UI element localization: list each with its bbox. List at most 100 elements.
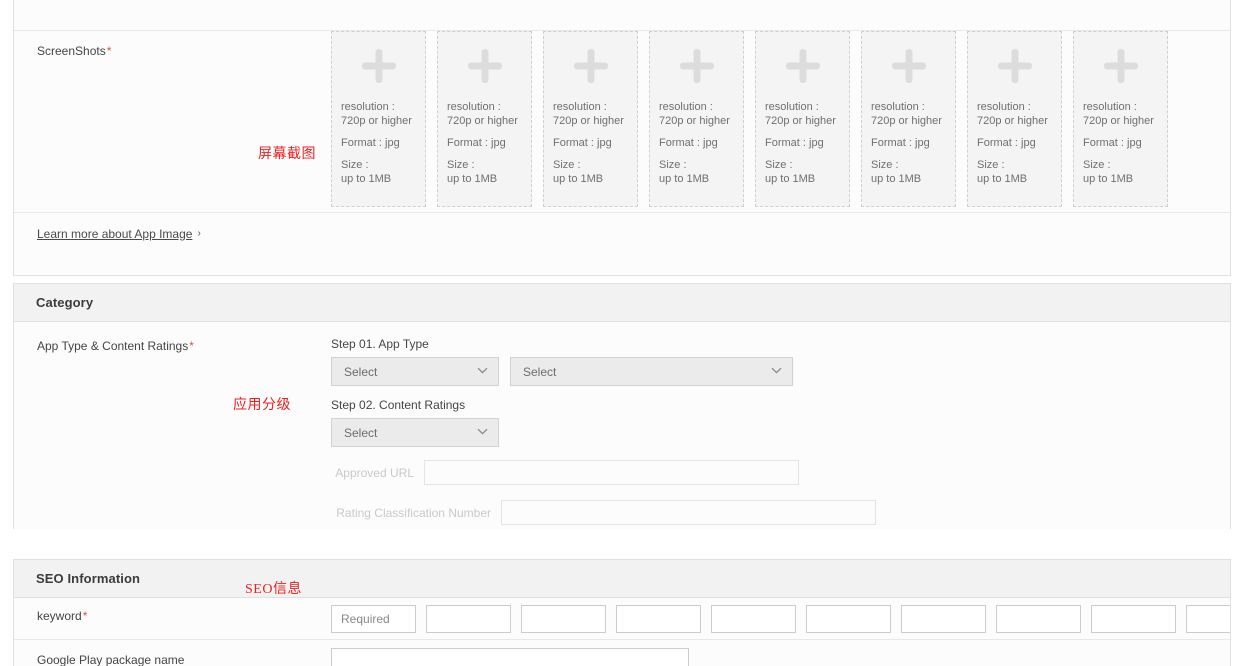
size-label: Size : (341, 159, 369, 171)
size-value: up to 1MB (871, 173, 922, 185)
resolution-value: 720p or higher (977, 115, 1048, 127)
step02-select-group: Select (331, 418, 1230, 447)
plus-icon[interactable] (977, 32, 1052, 100)
screenshot-upload-card[interactable]: resolution : 720p or higher Format : jpg Si… (331, 31, 426, 207)
screenshots-row: ScreenShots* resolution : 720p or higher F… (14, 30, 1230, 212)
resolution-value: 720p or higher (447, 115, 518, 127)
size-label: Size : (553, 159, 581, 171)
size-block: Size : up to 1MB (659, 158, 734, 186)
size-block: Size : up to 1MB (871, 158, 946, 186)
keyword-input[interactable] (1091, 605, 1176, 633)
plus-icon[interactable] (765, 32, 840, 100)
keyword-input[interactable] (806, 605, 891, 633)
seo-panel: SEO Information keyword* Required Google… (13, 559, 1231, 666)
annotation-text: SEO信息 (245, 582, 302, 597)
keyword-input[interactable] (996, 605, 1081, 633)
keyword-input-strip: Required (331, 605, 1230, 633)
approved-url-input[interactable] (424, 460, 799, 485)
resolution-label: resolution : (341, 101, 395, 113)
format-text: Format : jpg (1083, 137, 1142, 149)
content-ratings-select-value: Select (344, 425, 378, 440)
resolution-block: resolution : 720p or higher (1083, 100, 1158, 128)
plus-icon[interactable] (341, 32, 416, 100)
google-play-package-label-cell: Google Play package name (14, 640, 331, 666)
step01-select-group: Select Select (331, 357, 1230, 386)
category-section-header: Category (14, 284, 1230, 322)
app-type-label: App Type & Content Ratings (37, 339, 189, 353)
keyword-input[interactable] (521, 605, 606, 633)
screenshot-upload-card[interactable]: resolution : 720p or higher Format : jpg Si… (861, 31, 956, 207)
size-value: up to 1MB (765, 173, 816, 185)
screenshot-upload-card[interactable]: resolution : 720p or higher Format : jpg Si… (543, 31, 638, 207)
screenshot-upload-card[interactable]: resolution : 720p or higher Format : jpg Si… (649, 31, 744, 207)
chevron-down-icon (771, 366, 782, 377)
resolution-block: resolution : 720p or higher (659, 100, 734, 128)
chevron-down-icon (477, 366, 488, 377)
screenshot-upload-card[interactable]: resolution : 720p or higher Format : jpg Si… (437, 31, 532, 207)
keyword-field-cell: Required (331, 598, 1230, 639)
keyword-required-mark: * (82, 609, 88, 623)
screenshot-upload-card[interactable]: resolution : 720p or higher Format : jpg Si… (755, 31, 850, 207)
format-text: Format : jpg (553, 137, 612, 149)
keyword-row: keyword* Required (14, 598, 1230, 639)
size-value: up to 1MB (447, 173, 498, 185)
size-label: Size : (871, 159, 899, 171)
google-play-package-input[interactable] (331, 648, 689, 666)
keyword-input[interactable] (616, 605, 701, 633)
resolution-block: resolution : 720p or higher (871, 100, 946, 128)
resolution-label: resolution : (659, 101, 713, 113)
step01-label: Step 01. App Type (331, 337, 429, 351)
keyword-input[interactable] (901, 605, 986, 633)
plus-icon[interactable] (871, 32, 946, 100)
resolution-value: 720p or higher (871, 115, 942, 127)
app-type-select-primary[interactable]: Select (331, 357, 499, 386)
size-label: Size : (765, 159, 793, 171)
plus-icon[interactable] (553, 32, 628, 100)
annotation-text: 屏幕截图 (258, 147, 316, 162)
size-label: Size : (447, 159, 475, 171)
keyword-label-cell: keyword* (14, 598, 331, 639)
app-image-panel: Format : png ScreenShots* resolution :72… (13, 0, 1231, 276)
size-label: Size : (659, 159, 687, 171)
resolution-label: resolution : (765, 101, 819, 113)
rating-classification-input[interactable] (501, 500, 876, 525)
page-root: Format : png ScreenShots* resolution :72… (0, 0, 1234, 666)
plus-icon[interactable] (447, 32, 522, 100)
app-type-content-ratings-row: App Type & Content Ratings* Step 01. App… (14, 322, 1230, 529)
chevron-right-icon: › (197, 227, 201, 239)
rating-classification-label: Rating Classification Number (336, 505, 491, 520)
plus-icon[interactable] (659, 32, 734, 100)
resolution-label: resolution : (977, 101, 1031, 113)
screenshot-upload-card[interactable]: resolution : 720p or higher Format : jpg Si… (967, 31, 1062, 207)
resolution-label: resolution : (553, 101, 607, 113)
screenshot-card-strip: resolution : 720p or higher Format : jpg Si… (331, 31, 1230, 207)
resolution-block: resolution : 720p or higher (765, 100, 840, 128)
keyword-input[interactable] (426, 605, 511, 633)
screenshot-card-meta: resolution : 720p or higher Format : jpg Si… (659, 100, 734, 186)
screenshot-card-meta: resolution : 720p or higher Format : jpg Si… (341, 100, 416, 186)
keyword-input[interactable]: Required (331, 605, 416, 633)
annotation-text: 应用分级 (233, 398, 291, 413)
resolution-block: resolution : 720p or higher (447, 100, 522, 128)
rating-classification-row: Rating Classification Number (331, 500, 1230, 525)
app-type-select-primary-value: Select (344, 364, 378, 379)
plus-icon[interactable] (1083, 32, 1158, 100)
keyword-input[interactable] (711, 605, 796, 633)
keyword-input[interactable] (1186, 605, 1230, 633)
category-section-title: Category (36, 295, 94, 310)
resolution-label: resolution : (871, 101, 925, 113)
screenshots-label: ScreenShots (37, 44, 106, 58)
learn-more-app-image-link[interactable]: Learn more about App Image (37, 227, 192, 241)
screenshot-upload-card[interactable]: resolution : 720p or higher Format : jpg Si… (1073, 31, 1168, 207)
google-play-package-field-cell (331, 640, 1230, 666)
resolution-value: 720p or higher (553, 115, 624, 127)
app-type-required-mark: * (189, 339, 194, 353)
screenshot-card-meta: resolution : 720p or higher Format : jpg Si… (1083, 100, 1158, 186)
google-play-package-label: Google Play package name (37, 653, 185, 666)
learn-more-bar: Learn more about App Image › (14, 212, 1230, 254)
content-ratings-select[interactable]: Select (331, 418, 499, 447)
app-type-select-secondary[interactable]: Select (510, 357, 793, 386)
size-block: Size : up to 1MB (553, 158, 628, 186)
size-block: Size : up to 1MB (1083, 158, 1158, 186)
size-value: up to 1MB (553, 173, 604, 185)
